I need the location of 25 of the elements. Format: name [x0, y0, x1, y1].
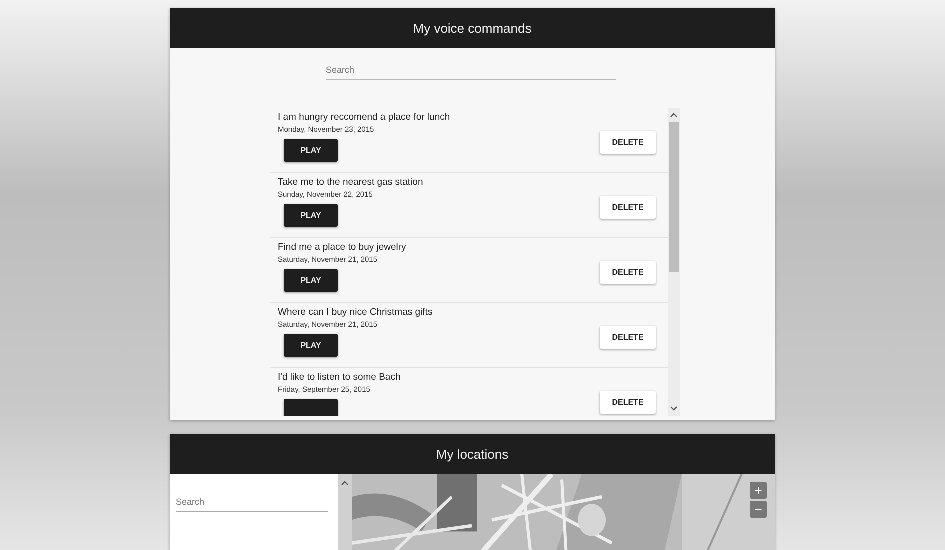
delete-button[interactable]: DELETE	[600, 326, 656, 348]
delete-button[interactable]: DELETE	[600, 260, 656, 284]
play-button[interactable]: PLAY	[284, 269, 338, 292]
delete-button[interactable]: DELETE	[600, 390, 656, 414]
panel-title: My locations	[436, 446, 509, 462]
command-text: I'd like to listen to some Bach	[278, 372, 401, 383]
play-button[interactable]: PLAY	[284, 334, 338, 357]
delete-button[interactable]: DELETE	[600, 196, 656, 218]
zoom-out-button[interactable]: −	[750, 501, 767, 518]
search-field[interactable]: Search	[176, 493, 328, 512]
command-text: Find me a place to buy jewelry	[278, 242, 406, 253]
command-text: Take me to the nearest gas station	[278, 177, 424, 188]
panel-title: My voice commands	[413, 20, 532, 36]
scroll-up-icon[interactable]	[670, 112, 678, 118]
scrollbar[interactable]	[668, 108, 680, 416]
search-field[interactable]: Search	[326, 61, 616, 80]
scroll-down-icon[interactable]	[670, 406, 678, 412]
zoom-in-button[interactable]: +	[750, 482, 767, 499]
scroll-up-icon[interactable]	[341, 480, 349, 486]
scrollbar[interactable]	[338, 474, 352, 550]
play-button[interactable]: PLAY	[284, 204, 338, 227]
play-button[interactable]: PLAY	[284, 139, 338, 162]
delete-button[interactable]: DELETE	[600, 130, 656, 154]
command-text: Where can I buy nice Christmas gifts	[278, 307, 433, 318]
command-text: I am hungry reccomend a place for lunch	[278, 112, 450, 123]
